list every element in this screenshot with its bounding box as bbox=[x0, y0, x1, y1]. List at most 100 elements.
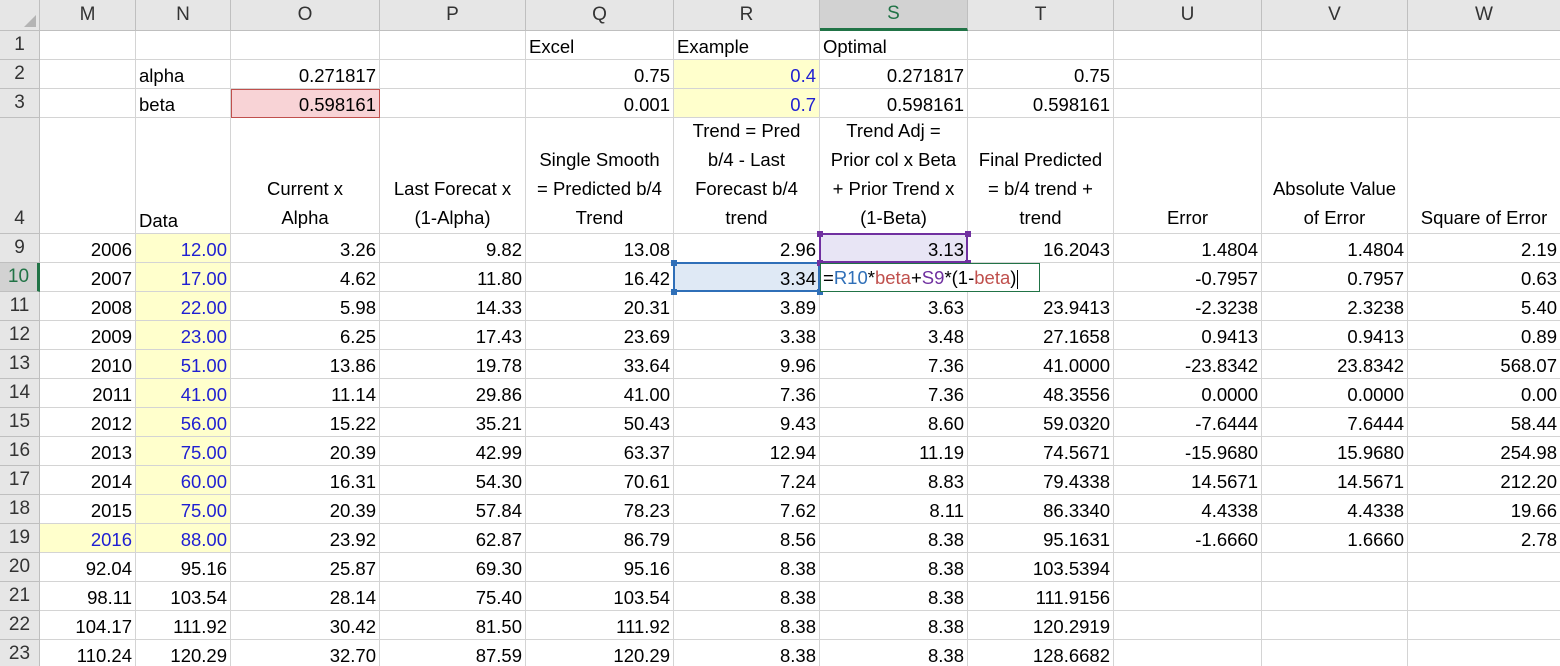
cell-p4[interactable]: Last Forecat x (1-Alpha) bbox=[380, 118, 526, 234]
column-header-v[interactable]: V bbox=[1262, 0, 1408, 31]
row-header-15[interactable]: 15 bbox=[0, 408, 40, 437]
cell-p16[interactable]: 42.99 bbox=[380, 437, 526, 466]
cell-s18[interactable]: 8.11 bbox=[820, 495, 968, 524]
cell-w9[interactable]: 2.19 bbox=[1408, 234, 1560, 263]
cell-n1[interactable] bbox=[136, 31, 231, 60]
cell-s11[interactable]: 3.63 bbox=[820, 292, 968, 321]
cell-o14[interactable]: 11.14 bbox=[231, 379, 380, 408]
cell-o11[interactable]: 5.98 bbox=[231, 292, 380, 321]
formula-text[interactable]: = R10 * beta + S9 * (1- beta) bbox=[820, 263, 1019, 292]
cell-q12[interactable]: 23.69 bbox=[526, 321, 674, 350]
cell-q3[interactable]: 0.001 bbox=[526, 89, 674, 118]
cell-v20[interactable] bbox=[1262, 553, 1408, 582]
cell-v21[interactable] bbox=[1262, 582, 1408, 611]
cell-w23[interactable] bbox=[1408, 640, 1560, 666]
cell-t20[interactable]: 103.5394 bbox=[968, 553, 1114, 582]
cell-s21[interactable]: 8.38 bbox=[820, 582, 968, 611]
cell-m16[interactable]: 2013 bbox=[40, 437, 136, 466]
cell-o13[interactable]: 13.86 bbox=[231, 350, 380, 379]
cell-r14[interactable]: 7.36 bbox=[674, 379, 820, 408]
cell-m2[interactable] bbox=[40, 60, 136, 89]
cell-u19[interactable]: -1.6660 bbox=[1114, 524, 1262, 553]
cell-o20[interactable]: 25.87 bbox=[231, 553, 380, 582]
cell-p2[interactable] bbox=[380, 60, 526, 89]
cell-u1[interactable] bbox=[1114, 31, 1262, 60]
cell-q1[interactable]: Excel bbox=[526, 31, 674, 60]
cell-m19[interactable]: 2016 bbox=[40, 524, 136, 553]
cell-r15[interactable]: 9.43 bbox=[674, 408, 820, 437]
cell-s9[interactable]: 3.13 bbox=[820, 234, 968, 263]
cell-q22[interactable]: 111.92 bbox=[526, 611, 674, 640]
cell-s23[interactable]: 8.38 bbox=[820, 640, 968, 666]
cell-p20[interactable]: 69.30 bbox=[380, 553, 526, 582]
cell-r17[interactable]: 7.24 bbox=[674, 466, 820, 495]
column-header-n[interactable]: N bbox=[136, 0, 231, 31]
s9-handle-1[interactable] bbox=[965, 231, 971, 237]
cell-p19[interactable]: 62.87 bbox=[380, 524, 526, 553]
cell-w22[interactable] bbox=[1408, 611, 1560, 640]
cell-t17[interactable]: 79.4338 bbox=[968, 466, 1114, 495]
cell-u21[interactable] bbox=[1114, 582, 1262, 611]
cell-p12[interactable]: 17.43 bbox=[380, 321, 526, 350]
cell-u20[interactable] bbox=[1114, 553, 1262, 582]
row-header-19[interactable]: 19 bbox=[0, 524, 40, 553]
r10-handle-2[interactable] bbox=[671, 289, 677, 295]
row-header-1[interactable]: 1 bbox=[0, 31, 40, 60]
column-header-q[interactable]: Q bbox=[526, 0, 674, 31]
cell-w20[interactable] bbox=[1408, 553, 1560, 582]
cell-n14[interactable]: 41.00 bbox=[136, 379, 231, 408]
cell-p11[interactable]: 14.33 bbox=[380, 292, 526, 321]
cell-n10[interactable]: 17.00 bbox=[136, 263, 231, 292]
cell-q13[interactable]: 33.64 bbox=[526, 350, 674, 379]
column-header-m[interactable]: M bbox=[40, 0, 136, 31]
cell-u15[interactable]: -7.6444 bbox=[1114, 408, 1262, 437]
column-header-u[interactable]: U bbox=[1114, 0, 1262, 31]
cell-w10[interactable]: 0.63 bbox=[1408, 263, 1560, 292]
cell-n16[interactable]: 75.00 bbox=[136, 437, 231, 466]
cell-m10[interactable]: 2007 bbox=[40, 263, 136, 292]
cell-q4[interactable]: Single Smooth = Predicted b/4 Trend bbox=[526, 118, 674, 234]
cell-p3[interactable] bbox=[380, 89, 526, 118]
row-header-21[interactable]: 21 bbox=[0, 582, 40, 611]
cell-r21[interactable]: 8.38 bbox=[674, 582, 820, 611]
cell-t18[interactable]: 86.3340 bbox=[968, 495, 1114, 524]
cell-t3[interactable]: 0.598161 bbox=[968, 89, 1114, 118]
cell-u3[interactable] bbox=[1114, 89, 1262, 118]
cell-o18[interactable]: 20.39 bbox=[231, 495, 380, 524]
cell-r11[interactable]: 3.89 bbox=[674, 292, 820, 321]
column-header-s[interactable]: S bbox=[820, 0, 968, 31]
cell-w2[interactable] bbox=[1408, 60, 1560, 89]
cell-q17[interactable]: 70.61 bbox=[526, 466, 674, 495]
row-header-9[interactable]: 9 bbox=[0, 234, 40, 263]
cell-q16[interactable]: 63.37 bbox=[526, 437, 674, 466]
cell-o2[interactable]: 0.271817 bbox=[231, 60, 380, 89]
cell-s20[interactable]: 8.38 bbox=[820, 553, 968, 582]
cell-n12[interactable]: 23.00 bbox=[136, 321, 231, 350]
row-header-17[interactable]: 17 bbox=[0, 466, 40, 495]
cell-u4[interactable]: Error bbox=[1114, 118, 1262, 234]
cell-u12[interactable]: 0.9413 bbox=[1114, 321, 1262, 350]
cell-m1[interactable] bbox=[40, 31, 136, 60]
column-header-p[interactable]: P bbox=[380, 0, 526, 31]
cell-u22[interactable] bbox=[1114, 611, 1262, 640]
cell-u13[interactable]: -23.8342 bbox=[1114, 350, 1262, 379]
cell-u23[interactable] bbox=[1114, 640, 1262, 666]
cell-s19[interactable]: 8.38 bbox=[820, 524, 968, 553]
cell-w16[interactable]: 254.98 bbox=[1408, 437, 1560, 466]
cell-o16[interactable]: 20.39 bbox=[231, 437, 380, 466]
cell-p23[interactable]: 87.59 bbox=[380, 640, 526, 666]
cell-q11[interactable]: 20.31 bbox=[526, 292, 674, 321]
cell-o23[interactable]: 32.70 bbox=[231, 640, 380, 666]
cell-w18[interactable]: 19.66 bbox=[1408, 495, 1560, 524]
cell-q9[interactable]: 13.08 bbox=[526, 234, 674, 263]
cell-w1[interactable] bbox=[1408, 31, 1560, 60]
row-header-2[interactable]: 2 bbox=[0, 60, 40, 89]
cell-r10[interactable]: 3.34 bbox=[674, 263, 820, 292]
cell-v2[interactable] bbox=[1262, 60, 1408, 89]
cell-q14[interactable]: 41.00 bbox=[526, 379, 674, 408]
cell-p10[interactable]: 11.80 bbox=[380, 263, 526, 292]
cell-o12[interactable]: 6.25 bbox=[231, 321, 380, 350]
row-header-23[interactable]: 23 bbox=[0, 640, 40, 666]
cell-r22[interactable]: 8.38 bbox=[674, 611, 820, 640]
cell-n15[interactable]: 56.00 bbox=[136, 408, 231, 437]
